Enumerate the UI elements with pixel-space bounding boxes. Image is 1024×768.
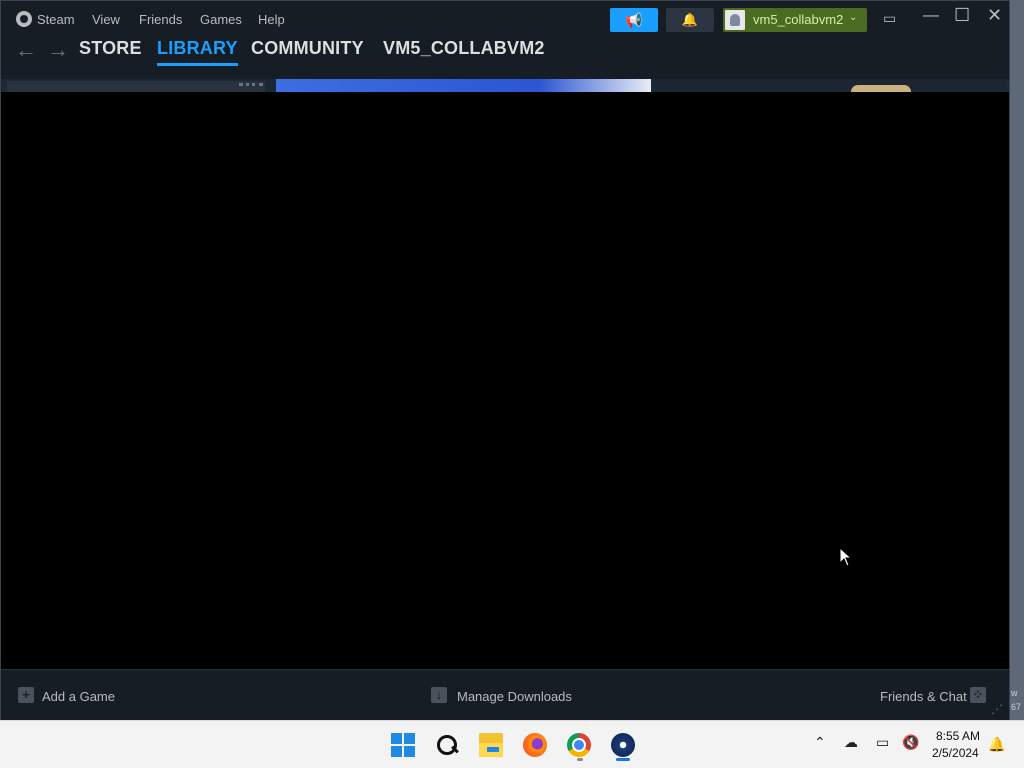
bottom-bar: + Add a Game ↓ Manage Downloads Friends … <box>1 669 1009 720</box>
chevron-up-icon[interactable]: ⌃ <box>814 734 826 751</box>
maximize-icon[interactable]: ☐ <box>954 5 970 26</box>
desktop-text-1: w <box>1011 688 1018 698</box>
manage-downloads-button[interactable]: Manage Downloads <box>457 689 572 704</box>
start-icon[interactable] <box>391 733 415 757</box>
featured-artwork <box>851 85 911 92</box>
add-icon: + <box>18 687 34 703</box>
close-icon[interactable]: ✕ <box>987 5 1002 26</box>
big-picture-icon[interactable]: ▭ <box>883 10 896 27</box>
featured-game-image[interactable] <box>276 79 651 92</box>
file-explorer-icon[interactable] <box>479 733 503 757</box>
steam-logo-icon[interactable] <box>16 11 32 27</box>
featured-game-image-2[interactable] <box>656 79 1006 92</box>
clock-date[interactable]: 2/5/2024 <box>932 746 979 760</box>
megaphone-icon: 📢 <box>625 12 643 28</box>
chrome-icon[interactable] <box>567 733 591 757</box>
menu-view[interactable]: View <box>92 12 120 27</box>
avatar <box>725 10 745 30</box>
download-icon: ↓ <box>431 687 447 703</box>
menu-friends[interactable]: Friends <box>139 12 182 27</box>
clock-time[interactable]: 8:55 AM <box>936 729 980 743</box>
account-menu-button[interactable]: vm5_collabvm2 ⌄ <box>723 8 867 32</box>
minimize-icon[interactable]: — <box>923 7 939 25</box>
network-icon[interactable]: ▭ <box>876 734 889 751</box>
nav-bar: ← → STORE LIBRARY COMMUNITY VM5_COLLABVM… <box>1 37 1009 79</box>
resize-grip-icon[interactable]: ⋰ <box>991 702 1003 716</box>
chrome-running-indicator <box>577 758 583 761</box>
volume-muted-icon[interactable]: 🔇 <box>902 734 919 751</box>
forward-arrow-icon[interactable]: → <box>47 37 69 63</box>
chevron-down-icon: ⌄ <box>849 12 858 23</box>
onedrive-icon[interactable]: ☁ <box>844 734 858 751</box>
menu-steam[interactable]: Steam <box>37 12 75 27</box>
steam-icon[interactable] <box>611 733 635 757</box>
taskbar: ⌃ ☁ ▭ 🔇 8:55 AM 2/5/2024 🔔 <box>0 720 1024 768</box>
nav-community[interactable]: COMMUNITY <box>251 38 364 59</box>
nav-profile[interactable]: VM5_COLLABVM2 <box>383 38 545 59</box>
steam-active-indicator <box>616 758 630 761</box>
steam-window: Steam View Friends Games Help 📢 🔔 vm5_co… <box>0 0 1010 720</box>
grid-view-icon[interactable] <box>239 83 263 92</box>
back-arrow-icon[interactable]: ← <box>15 37 37 63</box>
notifications-button[interactable]: 🔔 <box>666 8 714 32</box>
menu-games[interactable]: Games <box>200 12 242 27</box>
friends-chat-button[interactable]: Friends & Chat <box>880 689 967 704</box>
desktop-background <box>1010 0 1024 720</box>
firefox-icon[interactable] <box>523 733 547 757</box>
menu-bar: Steam View Friends Games Help 📢 🔔 vm5_co… <box>1 1 1009 37</box>
menu-help[interactable]: Help <box>258 12 285 27</box>
nav-store[interactable]: STORE <box>79 38 142 59</box>
library-sidebar-strip <box>7 81 265 92</box>
friends-icon: ⁘ <box>970 687 986 703</box>
bell-icon: 🔔 <box>681 12 699 27</box>
account-name: vm5_collabvm2 <box>753 12 844 27</box>
nav-library[interactable]: LIBRARY <box>157 38 238 66</box>
announcements-button[interactable]: 📢 <box>610 8 658 32</box>
library-content-area <box>1 92 1009 669</box>
notification-bell-icon[interactable]: 🔔 <box>988 736 1005 753</box>
desktop-text-2: 67 <box>1011 702 1022 712</box>
add-game-button[interactable]: Add a Game <box>42 689 115 704</box>
search-icon[interactable] <box>435 733 459 757</box>
mouse-cursor-icon <box>839 547 853 567</box>
